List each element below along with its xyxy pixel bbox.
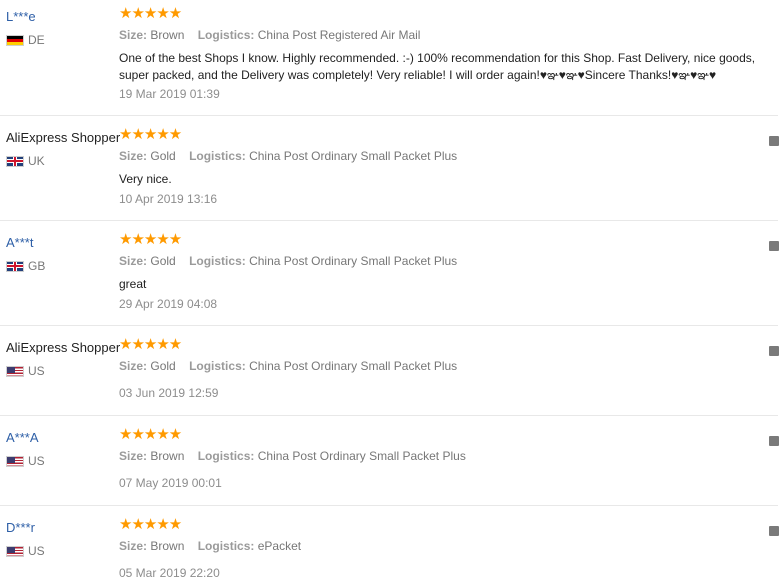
review-meta: Size: Gold Logistics: China Post Ordinar…	[119, 254, 457, 268]
logistics-value: China Post Ordinary Small Packet Plus	[249, 149, 458, 163]
country-code: DE	[28, 33, 45, 47]
review-text: One of the best Shops I know. Highly rec…	[119, 51, 756, 82]
star-rating: ★★★★★	[119, 516, 182, 533]
reviewer-country: UK	[6, 154, 45, 168]
logistics-label: Logistics:	[197, 539, 255, 553]
uk-flag-icon	[6, 260, 24, 272]
report-flag-button[interactable]	[769, 136, 779, 146]
germany-flag-icon	[6, 34, 24, 46]
reviewer-country: US	[6, 454, 45, 468]
size-label: Size:	[119, 254, 148, 268]
logistics-value: China Post Ordinary Small Packet Plus	[257, 449, 466, 463]
us-flag-icon	[6, 455, 24, 467]
size-label: Size:	[119, 28, 148, 42]
logistics-label: Logistics:	[197, 28, 255, 42]
us-flag-icon	[6, 365, 24, 377]
review-text: great	[119, 277, 147, 291]
reviewer-name: D***r	[6, 520, 35, 535]
country-code: GB	[28, 259, 46, 273]
reviewer-name: A***t	[6, 235, 34, 250]
report-flag-button[interactable]	[769, 346, 779, 356]
logistics-value: ePacket	[257, 539, 302, 553]
country-code: US	[28, 544, 45, 558]
size-value: Brown	[150, 28, 185, 42]
report-flag-button[interactable]	[769, 526, 779, 536]
country-code: US	[28, 364, 45, 378]
star-rating: ★★★★★	[119, 426, 182, 443]
reviewer-country: DE	[6, 33, 45, 47]
star-rating: ★★★★★	[119, 5, 182, 22]
size-label: Size:	[119, 449, 148, 463]
review-item: L***e DE ★★★★★ Size: Brown Logistics: Ch…	[0, 0, 779, 112]
logistics-value: China Post Ordinary Small Packet Plus	[249, 359, 458, 373]
size-value: Brown	[150, 539, 185, 553]
review-meta: Size: Brown Logistics: ePacket	[119, 539, 301, 553]
review-date: 19 Mar 2019 01:39	[119, 87, 220, 101]
review-item: AliExpress Shopper UK ★★★★★ Size: Gold L…	[0, 121, 779, 219]
review-date: 10 Apr 2019 13:16	[119, 192, 218, 206]
country-code: US	[28, 454, 45, 468]
logistics-value: China Post Registered Air Mail	[257, 28, 421, 42]
review-meta: Size: Gold Logistics: China Post Ordinar…	[119, 149, 457, 163]
logistics-label: Logistics:	[197, 449, 255, 463]
logistics-label: Logistics:	[189, 254, 246, 268]
reviewer-name: AliExpress Shopper	[6, 340, 121, 355]
logistics-value: China Post Ordinary Small Packet Plus	[249, 254, 458, 268]
uk-flag-icon	[6, 155, 24, 167]
report-flag-button[interactable]	[769, 436, 779, 446]
review-date: 29 Apr 2019 04:08	[119, 297, 218, 311]
logistics-label: Logistics:	[189, 149, 246, 163]
review-date: 07 May 2019 00:01	[119, 476, 222, 490]
review-text: Very nice.	[119, 172, 172, 186]
divider	[0, 505, 778, 506]
divider	[0, 325, 778, 326]
review-date: 05 Mar 2019 22:20	[119, 566, 220, 580]
size-value: Brown	[150, 449, 185, 463]
review-item: D***r US ★★★★★ Size: Brown Logistics: eP…	[0, 511, 779, 580]
review-meta: Size: Brown Logistics: China Post Regist…	[119, 28, 420, 42]
size-label: Size:	[119, 359, 148, 373]
review-date: 03 Jun 2019 12:59	[119, 386, 219, 400]
divider	[0, 415, 778, 416]
star-rating: ★★★★★	[119, 126, 182, 143]
star-rating: ★★★★★	[119, 231, 182, 248]
review-meta: Size: Gold Logistics: China Post Ordinar…	[119, 359, 457, 373]
divider	[0, 220, 778, 221]
reviewer-country: US	[6, 544, 45, 558]
reviewer-name: L***e	[6, 9, 36, 24]
size-label: Size:	[119, 149, 148, 163]
report-flag-button[interactable]	[769, 241, 779, 251]
review-item: A***t GB ★★★★★ Size: Gold Logistics: Chi…	[0, 226, 779, 324]
star-rating: ★★★★★	[119, 336, 182, 353]
divider	[0, 115, 778, 116]
reviewer-country: GB	[6, 259, 45, 273]
review-item: AliExpress Shopper US ★★★★★ Size: Gold L…	[0, 331, 779, 415]
reviewer-name: AliExpress Shopper	[6, 130, 121, 145]
country-code: UK	[28, 154, 45, 168]
size-value: Gold	[150, 359, 176, 373]
reviewer-country: US	[6, 364, 45, 378]
us-flag-icon	[6, 545, 24, 557]
logistics-label: Logistics:	[189, 359, 246, 373]
feedback-list: L***e DE ★★★★★ Size: Brown Logistics: Ch…	[0, 0, 779, 580]
size-label: Size:	[119, 539, 148, 553]
reviewer-name: A***A	[6, 430, 39, 445]
review-item: A***A US ★★★★★ Size: Brown Logistics: Ch…	[0, 421, 779, 505]
size-value: Gold	[150, 254, 176, 268]
review-meta: Size: Brown Logistics: China Post Ordina…	[119, 449, 466, 463]
size-value: Gold	[150, 149, 176, 163]
